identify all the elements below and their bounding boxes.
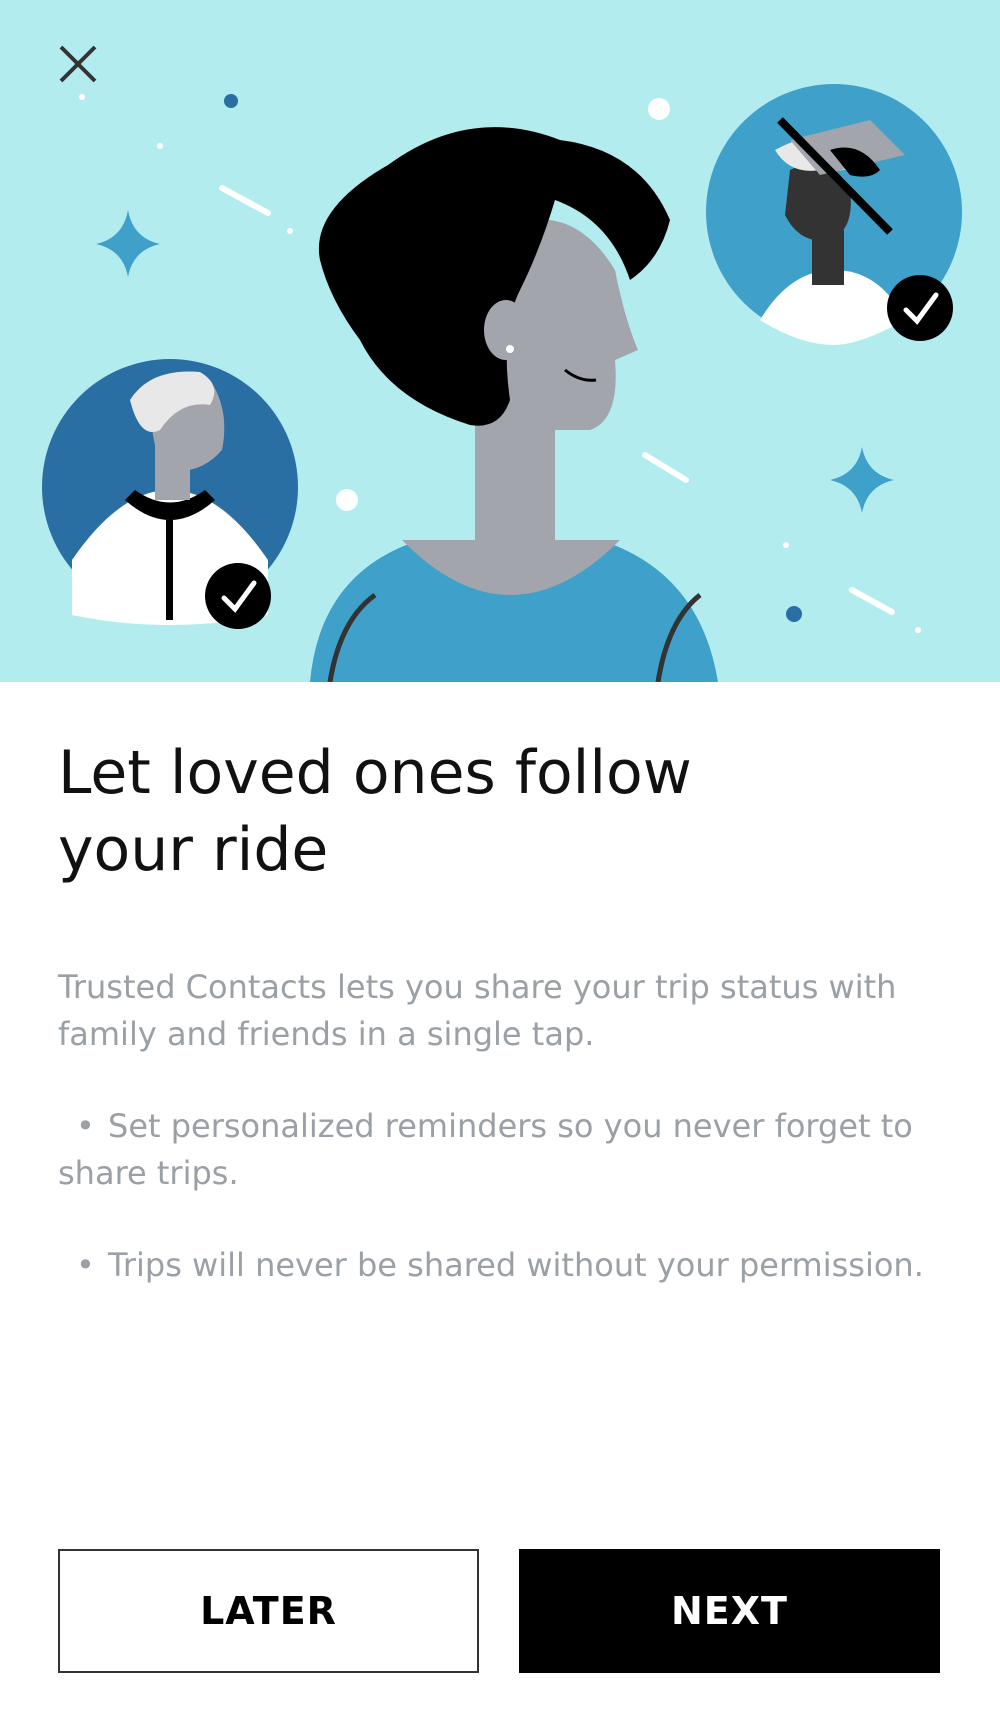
next-button[interactable]: NEXT [519,1549,940,1673]
close-button[interactable] [50,36,106,92]
bullet-text: Set personalized reminders so you never … [58,1107,913,1192]
bullet-item: • Set personalized reminders so you never… [58,1103,938,1197]
close-icon [59,45,97,83]
trusted-contacts-illustration [42,84,962,682]
hero-illustration [0,0,1000,682]
description-text: Trusted Contacts lets you share your tri… [58,968,897,1053]
later-button[interactable]: LATER [58,1549,479,1673]
page-title: Let loved ones follow your ride [58,738,692,885]
bullet-text: Trips will never be shared without your … [108,1246,924,1284]
bullet-item: • Trips will never be shared without your… [58,1242,938,1289]
bullet-dot: • [76,1246,95,1284]
bullet-dot: • [76,1107,95,1145]
onboarding-content: Let loved ones follow your ride Trusted … [58,735,958,1289]
